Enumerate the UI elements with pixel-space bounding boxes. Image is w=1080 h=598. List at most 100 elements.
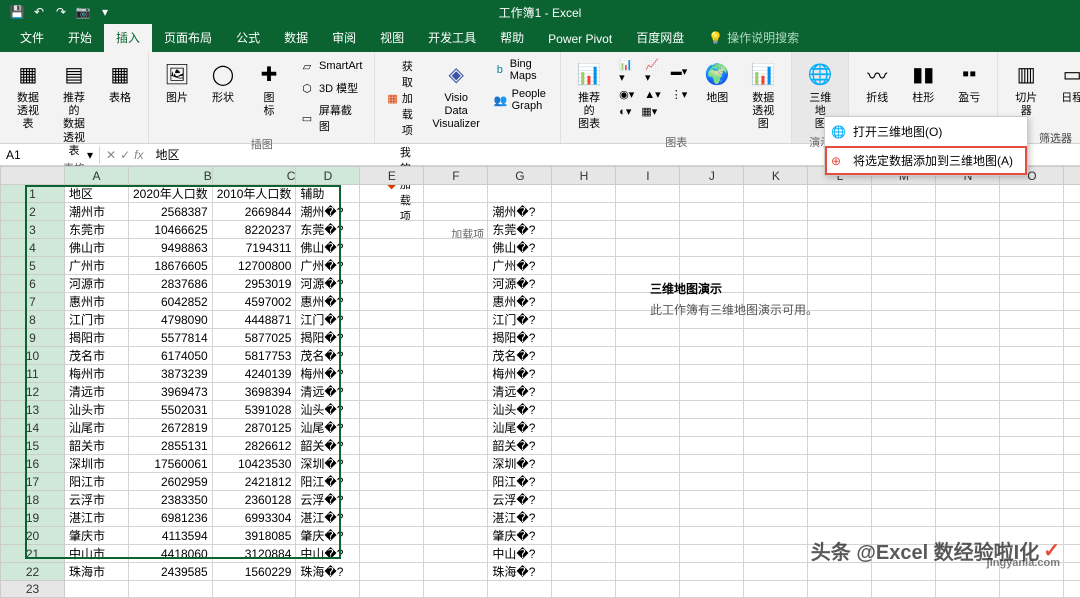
row-header-16[interactable]: 16	[1, 455, 65, 473]
col-header-J[interactable]: J	[680, 167, 744, 185]
row-header-19[interactable]: 19	[1, 509, 65, 527]
visio-icon: ◈	[440, 58, 472, 90]
camera-icon[interactable]: 📷	[74, 3, 92, 21]
map-icon: 🌍	[701, 58, 733, 90]
screenshot-icon: ▭	[299, 110, 315, 126]
map-button[interactable]: 🌍地图	[697, 56, 737, 107]
winloss-icon: ▪▪	[953, 58, 985, 90]
sparkcol-button[interactable]: ▮▮柱形	[903, 56, 943, 107]
picture-button[interactable]: 🖼图片	[157, 56, 197, 107]
row-header-17[interactable]: 17	[1, 473, 65, 491]
chart-type-4[interactable]: ◉▾	[615, 86, 638, 103]
row-header-18[interactable]: 18	[1, 491, 65, 509]
shapes-icon: ◯	[207, 58, 239, 90]
tab-baidu[interactable]: 百度网盘	[624, 23, 696, 52]
row-header-11[interactable]: 11	[1, 365, 65, 383]
tab-insert[interactable]: 插入	[104, 23, 152, 52]
tab-developer[interactable]: 开发工具	[416, 23, 488, 52]
qat-dropdown-icon[interactable]: ▾	[96, 3, 114, 21]
row-header-15[interactable]: 15	[1, 437, 65, 455]
get-addins-button[interactable]: ▦获取加载项	[383, 56, 422, 140]
row-header-5[interactable]: 5	[1, 257, 65, 275]
table-button[interactable]: ▦表格	[100, 56, 140, 107]
plus-circle-icon: ⊕	[831, 154, 847, 168]
bingmaps-button[interactable]: bBing Maps	[490, 56, 552, 84]
tab-powerpivot[interactable]: Power Pivot	[536, 26, 624, 52]
row-header-4[interactable]: 4	[1, 239, 65, 257]
sparkline-icon: 〰	[861, 58, 893, 90]
slicer-button[interactable]: ▥切片器	[1006, 56, 1046, 120]
recommended-charts-button[interactable]: 📊推荐的 图表	[569, 56, 609, 134]
col-header-B[interactable]: B	[129, 167, 213, 185]
row-header-6[interactable]: 6	[1, 275, 65, 293]
col-header-K[interactable]: K	[744, 167, 808, 185]
pivotchart-button[interactable]: 📊数据透视图	[743, 56, 783, 134]
chart-type-3[interactable]: ▬▾	[667, 56, 692, 86]
icons-button[interactable]: ✚图 标	[249, 56, 289, 120]
undo-icon[interactable]: ↶	[30, 3, 48, 21]
row-header-13[interactable]: 13	[1, 401, 65, 419]
chart-type-2[interactable]: 📈▾	[641, 56, 665, 86]
cube-icon: ⬡	[299, 80, 315, 96]
visio-button[interactable]: ◈Visio Data Visualizer	[428, 56, 484, 134]
row-header-21[interactable]: 21	[1, 545, 65, 563]
row-header-7[interactable]: 7	[1, 293, 65, 311]
screenshot-button[interactable]: ▭屏幕截图	[295, 100, 366, 136]
winloss-button[interactable]: ▪▪盈亏	[949, 56, 989, 107]
chart-type-7[interactable]: ◐▾	[615, 103, 635, 120]
col-header-A[interactable]: A	[65, 167, 129, 185]
col-header-I[interactable]: I	[616, 167, 680, 185]
col-header-E[interactable]: E	[360, 167, 424, 185]
worksheet-grid[interactable]: ABCDEFGHIJKLMNOP1地区2020年人口数2010年人口数辅助2潮州…	[0, 166, 1080, 598]
tab-data[interactable]: 数据	[272, 23, 320, 52]
col-header-G[interactable]: G	[488, 167, 552, 185]
redo-icon[interactable]: ↷	[52, 3, 70, 21]
row-header-23[interactable]: 23	[1, 581, 65, 598]
row-header-14[interactable]: 14	[1, 419, 65, 437]
row-header-10[interactable]: 10	[1, 347, 65, 365]
row-header-8[interactable]: 8	[1, 311, 65, 329]
row-header-2[interactable]: 2	[1, 203, 65, 221]
select-all-corner[interactable]	[1, 167, 65, 185]
tab-formulas[interactable]: 公式	[224, 23, 272, 52]
row-header-3[interactable]: 3	[1, 221, 65, 239]
slicer-icon: ▥	[1010, 58, 1042, 90]
chart-type-8[interactable]: ▦▾	[637, 103, 661, 120]
tab-home[interactable]: 开始	[56, 23, 104, 52]
row-header-1[interactable]: 1	[1, 185, 65, 203]
sparkline-line-button[interactable]: 〰折线	[857, 56, 897, 107]
peoplegraph-button[interactable]: 👥People Graph	[490, 86, 552, 114]
chart-type-6[interactable]: ⋮▾	[667, 86, 692, 103]
chart-type-1[interactable]: 📊▾	[615, 56, 639, 86]
shapes-button[interactable]: ◯形状	[203, 56, 243, 107]
chart-icon: 📊	[573, 58, 605, 90]
col-header-H[interactable]: H	[552, 167, 616, 185]
add-data-3dmap-item[interactable]: ⊕ 将选定数据添加到三维地图(A)	[825, 146, 1027, 175]
col-header-D[interactable]: D	[296, 167, 360, 185]
chart-type-5[interactable]: ▲▾	[640, 86, 664, 103]
row-header-9[interactable]: 9	[1, 329, 65, 347]
recommended-pivot-button[interactable]: ▤推荐的 数据透视表	[54, 56, 94, 160]
col-header-P[interactable]: P	[1064, 167, 1080, 185]
tab-help[interactable]: 帮助	[488, 23, 536, 52]
row-header-12[interactable]: 12	[1, 383, 65, 401]
tab-file[interactable]: 文件	[8, 23, 56, 52]
3dmodel-button[interactable]: ⬡3D 模型	[295, 78, 366, 98]
pivot-icon: ▦	[12, 58, 44, 90]
globe-icon: 🌐	[804, 58, 836, 90]
3dmap-tooltip: 三维地图演示 此工作簿有三维地图演示可用。	[650, 280, 818, 318]
tell-me-search[interactable]: 💡 操作说明搜索	[696, 23, 811, 52]
tab-view[interactable]: 视图	[368, 23, 416, 52]
open-3dmap-item[interactable]: 🌐 打开三维地图(O)	[825, 117, 1027, 146]
row-header-20[interactable]: 20	[1, 527, 65, 545]
col-header-F[interactable]: F	[424, 167, 488, 185]
timeline-button[interactable]: ▭日程	[1052, 56, 1080, 107]
row-header-22[interactable]: 22	[1, 563, 65, 581]
titlebar: 💾 ↶ ↷ 📷 ▾ 工作簿1 - Excel	[0, 0, 1080, 24]
save-icon[interactable]: 💾	[8, 3, 26, 21]
tab-pagelayout[interactable]: 页面布局	[152, 23, 224, 52]
smartart-button[interactable]: ▱SmartArt	[295, 56, 366, 76]
col-header-C[interactable]: C	[212, 167, 296, 185]
pivot-table-button[interactable]: ▦数据 透视表	[8, 56, 48, 134]
tab-review[interactable]: 审阅	[320, 23, 368, 52]
